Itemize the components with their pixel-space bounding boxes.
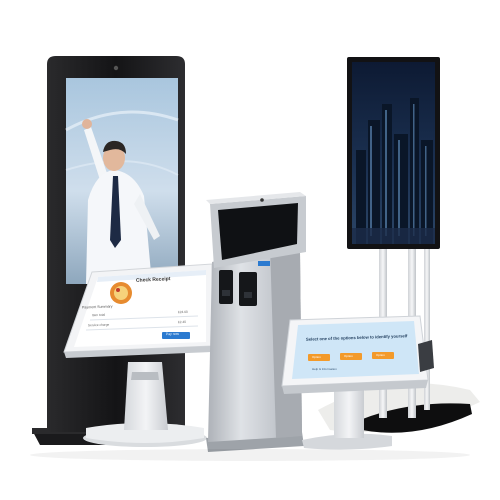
counter-option-2-label: Option [344,354,353,358]
tablet-row-1-value: £24.00 [177,309,188,315]
product-scene: Check Receipt Payment Summary Item total… [0,0,500,500]
tablet-row-1-label: Item total [91,312,106,318]
kiosk-illustration [30,56,480,461]
tablet-pay-button-label: Pay now [165,331,180,337]
tablet-row-2-value: £2.40 [177,319,187,325]
counter-footer-text: Help & Information [312,367,337,371]
counter-option-3-label: Option [376,353,385,357]
counter-option-1-label: Option [312,355,321,359]
